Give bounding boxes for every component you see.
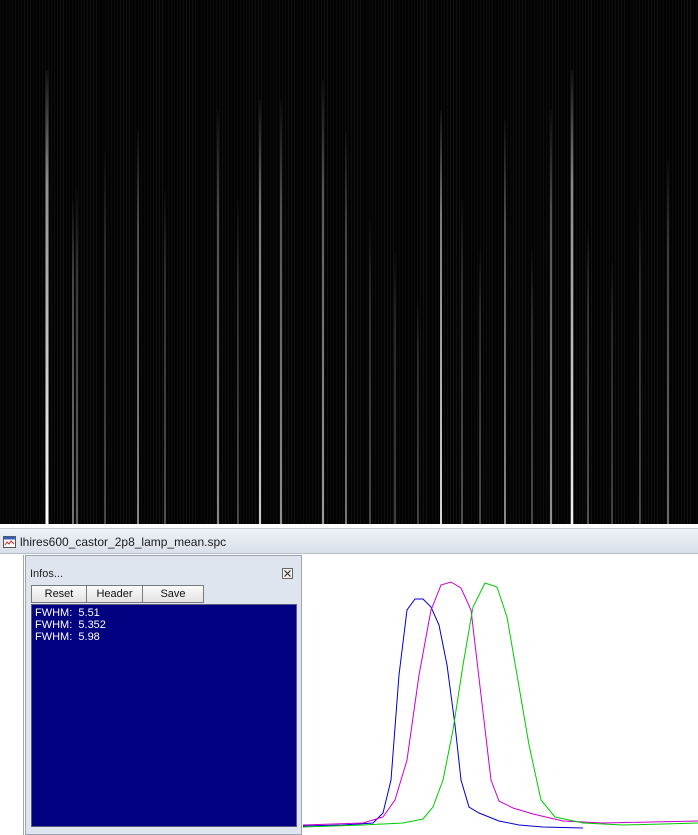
- spectrum-lines: [0, 0, 697, 524]
- emission-line: [237, 200, 239, 524]
- result-label: FWHM:: [35, 631, 73, 643]
- result-value: 5.352: [78, 619, 106, 631]
- emission-line: [345, 130, 347, 524]
- emission-line: [570, 70, 574, 524]
- emission-line: [322, 80, 324, 524]
- result-row: FWHM: 5.352: [35, 619, 293, 631]
- reset-button[interactable]: Reset: [31, 585, 87, 603]
- emission-line: [280, 100, 282, 524]
- results-box[interactable]: FWHM: 5.51 FWHM: 5.352 FWHM: 5.98: [31, 604, 297, 827]
- header-button[interactable]: Header: [86, 585, 143, 603]
- result-row: FWHM: 5.51: [35, 607, 293, 619]
- emission-line: [639, 200, 641, 524]
- result-value: 5.98: [78, 631, 100, 643]
- emission-line: [137, 130, 139, 524]
- window-title-bar[interactable]: lhires600_castor_2p8_lamp_mean.spc: [0, 528, 698, 554]
- left-margin-strip: [0, 555, 24, 835]
- emission-line: [550, 110, 552, 524]
- emission-line: [667, 160, 669, 524]
- spectrum-image[interactable]: [0, 0, 698, 524]
- emission-line: [72, 200, 74, 524]
- emission-line: [259, 100, 261, 524]
- profile-series-magenta: [303, 581, 698, 826]
- emission-line: [587, 230, 589, 524]
- emission-line: [217, 110, 219, 524]
- result-label: FWHM:: [35, 607, 73, 619]
- emission-line: [504, 120, 506, 524]
- emission-line: [611, 260, 613, 524]
- emission-line: [440, 110, 442, 524]
- save-button[interactable]: Save: [142, 585, 204, 603]
- window-title: lhires600_castor_2p8_lamp_mean.spc: [20, 535, 227, 549]
- profile-plot[interactable]: [303, 555, 698, 835]
- emission-line: [164, 190, 166, 524]
- emission-line: [417, 300, 419, 524]
- infos-panel: Infos... Reset Header Save FWHM: 5.51 FW…: [25, 555, 302, 835]
- profile-series-blue: [303, 598, 584, 829]
- close-icon[interactable]: [282, 568, 293, 579]
- emission-line: [104, 150, 106, 524]
- infos-toolbar: Reset Header Save: [31, 585, 204, 603]
- result-row: FWHM: 5.98: [35, 631, 293, 643]
- emission-line: [45, 70, 49, 524]
- profile-series-green: [303, 582, 698, 828]
- document-spectrum-icon: [3, 535, 16, 548]
- emission-line: [461, 200, 463, 524]
- result-value: 5.51: [78, 607, 100, 619]
- emission-line: [479, 250, 481, 524]
- infos-panel-title: Infos...: [30, 568, 64, 580]
- emission-line: [531, 250, 533, 524]
- emission-line: [76, 190, 78, 524]
- emission-line: [369, 220, 371, 524]
- profile-plot-canvas: [303, 581, 698, 829]
- result-label: FWHM:: [35, 619, 73, 631]
- emission-line: [394, 250, 396, 524]
